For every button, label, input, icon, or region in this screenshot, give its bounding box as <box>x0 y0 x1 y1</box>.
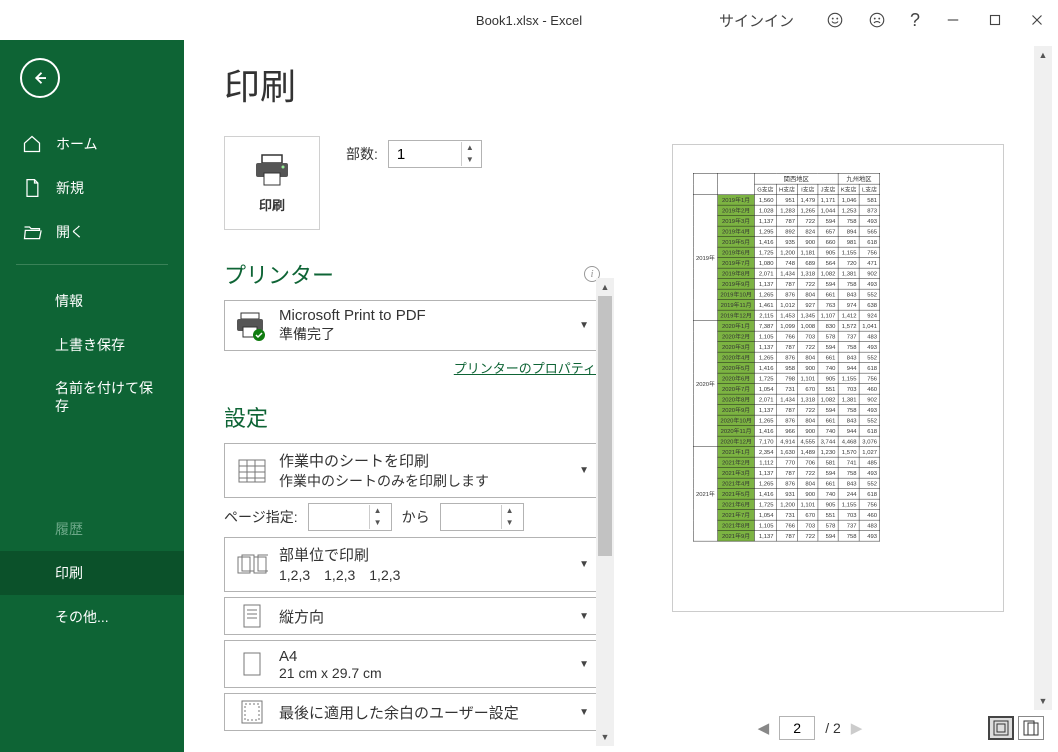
chevron-down-icon: ▼ <box>579 707 589 718</box>
nav-info[interactable]: 情報 <box>0 279 184 323</box>
scrollbar-thumb[interactable] <box>598 296 612 556</box>
next-page-button[interactable]: ▶ <box>851 719 863 737</box>
collate-dropdown[interactable]: 部単位で印刷 1,2,3 1,2,3 1,2,3 ▼ <box>224 537 600 592</box>
printer-icon <box>252 153 292 187</box>
print-button[interactable]: 印刷 <box>224 136 320 230</box>
preview-sheet: 関西地区九州地区G支店H支店I支店J支店K支店L支店2019年2019年1月1,… <box>673 145 1003 611</box>
settings-scrollbar[interactable]: ▲ ▼ <box>596 278 614 746</box>
print-settings-pane: 印刷 印刷 部数: ▲▼ プリンター i <box>184 40 614 752</box>
spinner-down-icon[interactable]: ▼ <box>462 154 478 166</box>
zoom-to-page-button[interactable] <box>1018 716 1044 740</box>
settings-section-title: 設定 <box>224 401 268 433</box>
margins-dropdown[interactable]: 最後に適用した余白のユーザー設定 ▼ <box>224 693 600 731</box>
chevron-down-icon: ▼ <box>579 465 589 476</box>
chevron-down-icon: ▼ <box>579 320 589 331</box>
scroll-down-icon[interactable]: ▼ <box>1034 692 1052 710</box>
page-total: / 2 <box>825 720 841 736</box>
show-margins-button[interactable] <box>988 716 1014 740</box>
sign-in-link[interactable]: サインイン <box>707 0 806 40</box>
nav-home[interactable]: ホーム <box>0 122 184 166</box>
nav-open[interactable]: 開く <box>0 210 184 254</box>
printer-properties-link[interactable]: プリンターのプロパティ <box>454 361 596 376</box>
page-size-icon <box>235 647 269 681</box>
copies-input[interactable] <box>389 146 461 163</box>
titlebar: Book1.xlsx - Excel サインイン ? <box>0 0 1058 40</box>
printer-dropdown[interactable]: Microsoft Print to PDF 準備完了 ▼ <box>224 300 600 351</box>
scroll-down-icon[interactable]: ▼ <box>596 728 614 746</box>
folder-open-icon <box>22 222 42 242</box>
minimize-button[interactable] <box>932 0 974 40</box>
chevron-down-icon: ▼ <box>579 659 589 670</box>
window-title: Book1.xlsx - Excel <box>476 13 582 28</box>
backstage-sidebar: ホーム 新規 開く 情報 上書き保存 名前を付けて保存 履歴 印刷 その他... <box>0 40 184 752</box>
print-what-dropdown[interactable]: 作業中のシートを印刷 作業中のシートのみを印刷します ▼ <box>224 443 600 498</box>
nav-divider <box>16 264 168 265</box>
preview-table: 関西地区九州地区G支店H支店I支店J支店K支店L支店2019年2019年1月1,… <box>693 173 880 541</box>
preview-pane: 関西地区九州地区G支店H支店I支店J支店K支店L支店2019年2019年1月1,… <box>614 40 1058 752</box>
nav-history: 履歴 <box>0 507 184 551</box>
orientation-dropdown[interactable]: 縦方向 ▼ <box>224 597 600 635</box>
maximize-button[interactable] <box>974 0 1016 40</box>
printer-status-icon <box>235 309 269 343</box>
scroll-up-icon[interactable]: ▲ <box>596 278 614 296</box>
file-icon <box>22 178 42 198</box>
nav-print[interactable]: 印刷 <box>0 551 184 595</box>
page-to-spinner[interactable]: ▲▼ <box>440 503 524 531</box>
smile-feedback-icon[interactable] <box>814 0 856 40</box>
page-from-input[interactable] <box>309 509 369 525</box>
sheet-icon <box>235 454 269 488</box>
spinner-up-icon[interactable]: ▲ <box>462 142 478 154</box>
page-title: 印刷 <box>224 58 600 110</box>
scroll-up-icon[interactable]: ▲ <box>1034 46 1052 64</box>
current-page-input[interactable] <box>779 716 815 740</box>
frown-feedback-icon[interactable] <box>856 0 898 40</box>
margins-icon <box>235 698 269 726</box>
portrait-icon <box>235 602 269 630</box>
chevron-down-icon: ▼ <box>579 611 589 622</box>
home-icon <box>22 134 42 154</box>
printer-section-title: プリンター <box>224 258 334 290</box>
page-range-label: ページ指定: <box>224 507 298 527</box>
copies-spinner[interactable]: ▲▼ <box>388 140 482 168</box>
nav-saveas[interactable]: 名前を付けて保存 <box>0 367 184 427</box>
nav-new[interactable]: 新規 <box>0 166 184 210</box>
chevron-down-icon: ▼ <box>579 559 589 570</box>
help-icon[interactable]: ? <box>898 0 932 40</box>
paper-size-dropdown[interactable]: A4 21 cm x 29.7 cm ▼ <box>224 640 600 688</box>
page-to-input[interactable] <box>441 509 501 525</box>
prev-page-button[interactable]: ◀ <box>758 719 770 737</box>
page-from-spinner[interactable]: ▲▼ <box>308 503 392 531</box>
nav-save[interactable]: 上書き保存 <box>0 323 184 367</box>
close-button[interactable] <box>1016 0 1058 40</box>
collate-icon <box>235 548 269 582</box>
back-button[interactable] <box>20 58 60 98</box>
copies-label: 部数: <box>346 144 378 164</box>
nav-other[interactable]: その他... <box>0 595 184 639</box>
preview-scrollbar[interactable]: ▲ ▼ <box>1034 46 1052 710</box>
